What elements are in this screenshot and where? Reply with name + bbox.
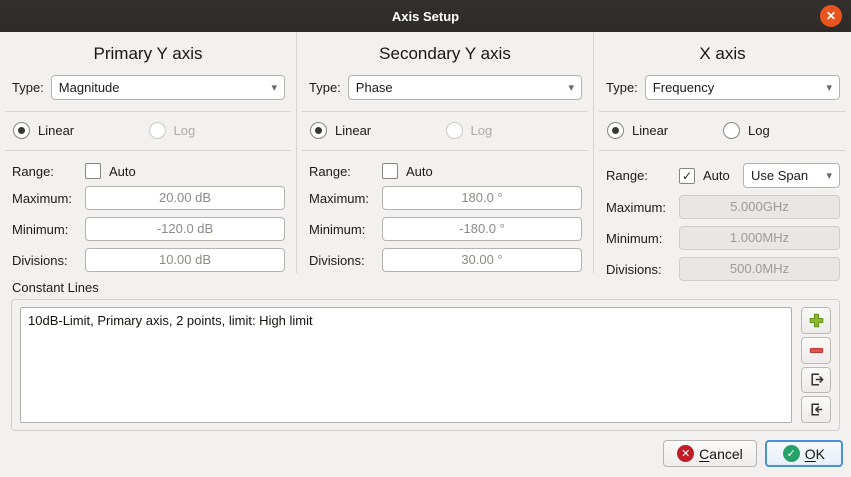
radio-icon xyxy=(446,122,463,139)
secondary-divisions-input[interactable]: 30.00 ° xyxy=(382,248,582,272)
secondary-linear-radio[interactable]: Linear xyxy=(310,122,446,139)
maximum-label: Maximum: xyxy=(12,191,85,206)
separator xyxy=(5,111,291,112)
separator xyxy=(302,150,588,151)
x-divisions-input: 500.0MHz xyxy=(679,257,840,281)
checkbox-icon: ✓ xyxy=(382,163,398,179)
x-maximum-input: 5.000GHz xyxy=(679,195,840,219)
x-log-radio[interactable]: Log xyxy=(723,122,839,139)
radio-icon xyxy=(13,122,30,139)
minimum-label: Minimum: xyxy=(12,222,85,237)
checkbox-icon: ✓ xyxy=(679,168,695,184)
constant-lines-list[interactable]: 10dB-Limit, Primary axis, 2 points, limi… xyxy=(20,307,792,423)
dialog-title: Axis Setup xyxy=(392,9,459,24)
primary-linear-radio[interactable]: Linear xyxy=(13,122,149,139)
type-label: Type: xyxy=(606,80,638,95)
chevron-down-icon: ▾ xyxy=(826,81,832,94)
primary-maximum-input[interactable]: 20.00 dB xyxy=(85,186,285,210)
titlebar: Axis Setup ✕ xyxy=(0,0,851,32)
maximum-label: Maximum: xyxy=(309,191,382,206)
x-axis-heading: X axis xyxy=(594,32,851,66)
ok-icon: ✓ xyxy=(783,445,800,462)
x-minimum-input: 1.000MHz xyxy=(679,226,840,250)
divisions-label: Divisions: xyxy=(606,262,679,277)
divisions-label: Divisions: xyxy=(309,253,382,268)
range-label: Range: xyxy=(309,164,382,179)
range-label: Range: xyxy=(606,168,679,183)
checkbox-icon: ✓ xyxy=(85,163,101,179)
primary-y-axis-heading: Primary Y axis xyxy=(0,32,296,66)
x-type-select[interactable]: Frequency ▾ xyxy=(645,75,840,100)
export-icon xyxy=(808,371,825,388)
footer: ✕ Cancel ✓ OK xyxy=(0,431,851,467)
primary-divisions-input[interactable]: 10.00 dB xyxy=(85,248,285,272)
x-auto-checkbox[interactable]: ✓ Auto xyxy=(679,168,730,184)
minus-icon xyxy=(808,342,825,359)
secondary-type-select[interactable]: Phase ▾ xyxy=(348,75,582,100)
maximum-label: Maximum: xyxy=(606,200,679,215)
minimum-label: Minimum: xyxy=(309,222,382,237)
plus-icon xyxy=(808,312,825,329)
primary-auto-checkbox[interactable]: ✓ Auto xyxy=(85,163,136,179)
axis-setup-dialog: Axis Setup ✕ Primary Y axis Type: Magnit… xyxy=(0,0,851,477)
remove-button[interactable] xyxy=(801,337,831,364)
export-button[interactable] xyxy=(801,367,831,394)
x-linear-radio[interactable]: Linear xyxy=(607,122,723,139)
separator xyxy=(302,111,588,112)
radio-icon xyxy=(723,122,740,139)
radio-icon xyxy=(607,122,624,139)
primary-type-select[interactable]: Magnitude ▾ xyxy=(51,75,285,100)
constant-lines-frame: 10dB-Limit, Primary axis, 2 points, limi… xyxy=(11,299,840,431)
secondary-y-axis-column: Secondary Y axis Type: Phase ▾ Linear Lo… xyxy=(296,32,593,273)
range-label: Range: xyxy=(12,164,85,179)
constant-lines-toolbar xyxy=(801,307,831,423)
use-span-select[interactable]: Use Span ▾ xyxy=(743,163,840,188)
ok-button[interactable]: ✓ OK xyxy=(765,440,843,467)
secondary-auto-checkbox[interactable]: ✓ Auto xyxy=(382,163,433,179)
primary-y-axis-column: Primary Y axis Type: Magnitude ▾ Linear … xyxy=(0,32,296,273)
minimum-label: Minimum: xyxy=(606,231,679,246)
secondary-log-radio: Log xyxy=(446,122,582,139)
add-button[interactable] xyxy=(801,307,831,334)
separator xyxy=(599,150,846,151)
axis-columns: Primary Y axis Type: Magnitude ▾ Linear … xyxy=(0,32,851,273)
primary-minimum-input[interactable]: -120.0 dB xyxy=(85,217,285,241)
chevron-down-icon: ▾ xyxy=(568,81,574,94)
separator xyxy=(5,150,291,151)
chevron-down-icon: ▾ xyxy=(271,81,277,94)
list-item[interactable]: 10dB-Limit, Primary axis, 2 points, limi… xyxy=(28,312,784,329)
chevron-down-icon: ▾ xyxy=(826,169,832,182)
radio-icon xyxy=(310,122,327,139)
cancel-icon: ✕ xyxy=(677,445,694,462)
close-button[interactable]: ✕ xyxy=(820,5,842,27)
secondary-maximum-input[interactable]: 180.0 ° xyxy=(382,186,582,210)
secondary-y-axis-heading: Secondary Y axis xyxy=(297,32,593,66)
import-icon xyxy=(808,401,825,418)
radio-icon xyxy=(149,122,166,139)
constant-lines-label: Constant Lines xyxy=(12,280,851,295)
type-label: Type: xyxy=(12,80,44,95)
close-icon: ✕ xyxy=(826,5,836,27)
divisions-label: Divisions: xyxy=(12,253,85,268)
secondary-minimum-input[interactable]: -180.0 ° xyxy=(382,217,582,241)
cancel-button[interactable]: ✕ Cancel xyxy=(663,440,757,467)
primary-log-radio: Log xyxy=(149,122,285,139)
separator xyxy=(599,111,846,112)
import-button[interactable] xyxy=(801,396,831,423)
type-label: Type: xyxy=(309,80,341,95)
x-axis-column: X axis Type: Frequency ▾ Linear Log xyxy=(593,32,851,273)
